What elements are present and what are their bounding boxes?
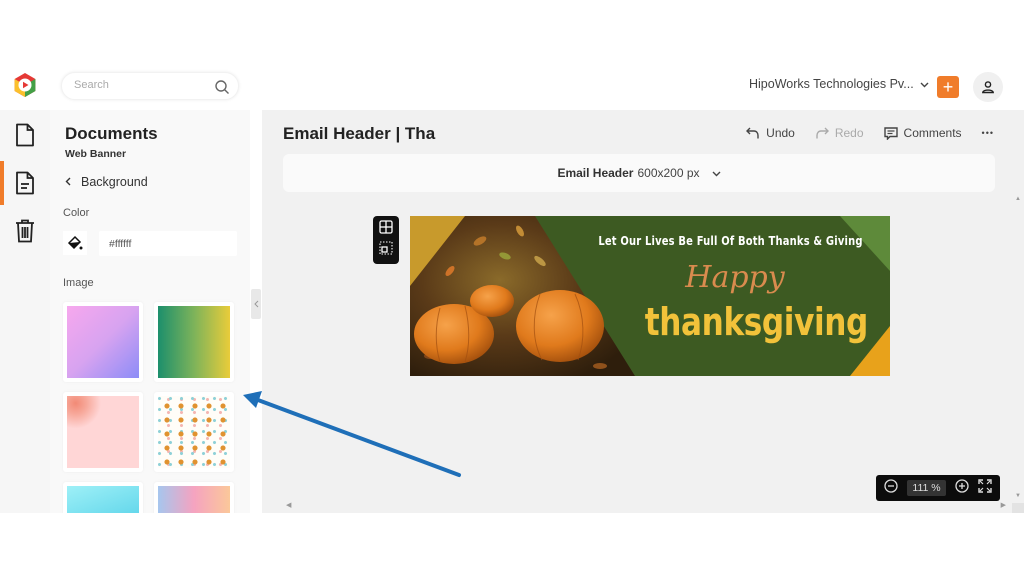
chevron-down-icon [712,166,721,180]
banner-happy-text: Happy [685,260,785,295]
zoom-in-button[interactable] [954,478,969,498]
redo-button[interactable]: Redo [815,126,864,140]
pumpkin-right [516,290,604,362]
chevron-left-icon [65,175,71,189]
color-label: Color [63,207,90,219]
editor-toolbar: Undo Redo Comments ••• [746,126,994,140]
grid-icon[interactable] [379,220,393,239]
zoom-out-icon [884,478,899,493]
chevron-down-icon [920,77,929,91]
scroll-up-arrow[interactable]: ▲ [1015,196,1021,202]
image-label: Image [63,277,94,289]
zoom-out-button[interactable] [884,478,899,498]
document-size-selector[interactable]: Email Header 600x200 px [283,154,995,192]
top-bar: HipoWorks Technologies Pv... + [0,61,1024,110]
editor-canvas-area: Email Header | Tha Undo Redo Comments ••… [262,110,1024,513]
email-header-banner[interactable]: Let Our Lives Be Full Of Both Thanks & G… [410,216,890,376]
more-icon: ••• [981,128,994,138]
left-rail [0,110,50,513]
undo-icon [746,127,759,139]
fullscreen-icon [977,478,992,493]
comment-icon [883,126,898,140]
user-avatar[interactable] [973,72,1003,102]
more-options-button[interactable]: ••• [982,128,994,138]
app-logo[interactable] [12,72,38,98]
undo-label: Undo [766,126,795,140]
paint-bucket-icon [67,235,83,250]
text-document-icon [16,171,34,195]
thumbnail-blue-pink-peach-gradient[interactable] [154,482,234,513]
banner-headline: thanksgiving [644,300,869,344]
document-title[interactable]: Email Header | Tha [283,124,435,144]
thumbnail-pink-floral[interactable] [63,392,143,472]
add-button[interactable]: + [937,76,959,98]
collapse-panel-handle[interactable] [251,289,261,319]
search-box[interactable] [61,72,239,100]
fullscreen-button[interactable] [977,478,992,498]
scroll-right-arrow[interactable]: ▶ [1001,501,1006,509]
thumbnail-coffee-pattern[interactable] [154,392,234,472]
size-dimensions: 600x200 px [637,166,700,180]
search-input[interactable] [74,79,204,91]
scrollbar-corner [1012,503,1024,513]
fill-color-button[interactable] [63,231,87,255]
search-icon[interactable] [214,79,230,95]
rail-item-text-document[interactable] [0,161,50,205]
background-panel: Documents Web Banner Background Color Im… [50,110,250,513]
back-to-background-button[interactable]: Background [65,175,148,189]
user-icon [982,81,994,94]
scroll-left-arrow[interactable]: ◀ [286,501,291,509]
organization-selector[interactable]: HipoWorks Technologies Pv... [749,77,929,91]
scroll-down-arrow[interactable]: ▼ [1015,493,1021,499]
plus-icon: + [942,77,954,97]
rail-item-trash[interactable] [0,209,50,253]
comments-button[interactable]: Comments [883,126,962,140]
select-area-icon[interactable] [379,241,393,260]
redo-icon [816,127,829,139]
zoom-in-icon [954,478,969,493]
pumpkin-back [470,285,514,317]
banner-tagline: Let Our Lives Be Full Of Both Thanks & G… [598,234,863,248]
undo-button[interactable]: Undo [746,126,795,140]
thumbnail-pink-purple-gradient[interactable] [63,302,143,382]
zoom-level[interactable]: 111 % [907,480,946,496]
comments-label: Comments [903,126,962,140]
chevron-left-icon [253,300,258,308]
app-window: HipoWorks Technologies Pv... + Documents… [0,61,1024,513]
organization-name: HipoWorks Technologies Pv... [749,77,914,91]
panel-subtitle: Web Banner [65,148,127,160]
document-icon [16,123,34,147]
redo-label: Redo [834,126,864,140]
size-preset-name: Email Header [557,166,634,180]
back-label: Background [81,175,148,189]
canvas-tools [373,216,399,264]
color-hex-input[interactable] [99,231,237,256]
thumbnail-cyan-gradient[interactable] [63,482,143,513]
trash-icon [16,219,34,243]
zoom-control: 111 % [876,475,1000,501]
thumbnail-green-yellow-gradient[interactable] [154,302,234,382]
rail-item-documents[interactable] [0,113,50,157]
panel-title: Documents [65,124,158,143]
